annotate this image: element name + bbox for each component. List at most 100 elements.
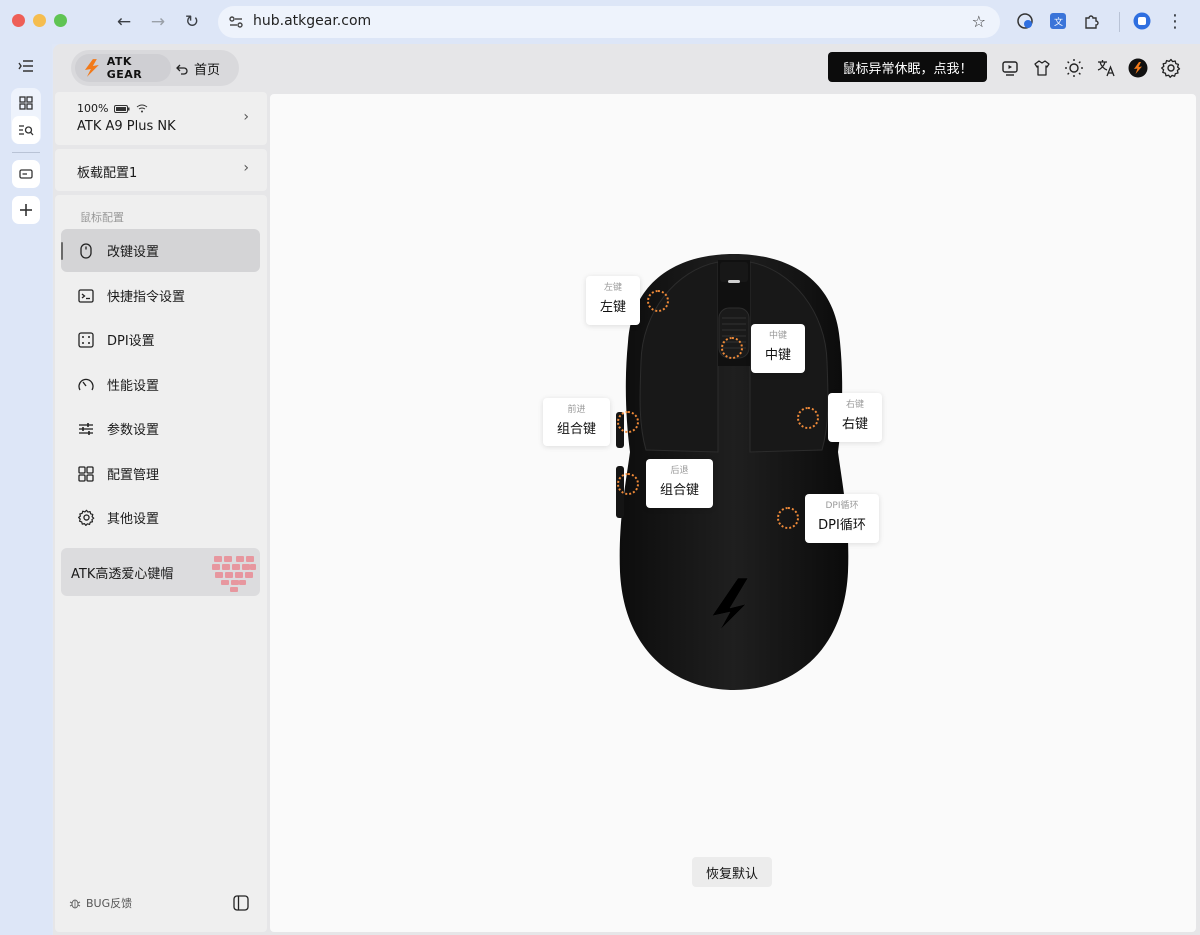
settings-menu: 鼠标配置 改键设置 快捷指令设置 DPI设置 性能设置 参数设置 配置管理 其他… [55,195,267,932]
menu-item-label: 改键设置 [107,245,160,260]
svg-text:文: 文 [1054,16,1063,28]
atk-logo-icon [84,59,99,77]
brand-logo[interactable]: ATK GEAR [75,54,171,82]
home-label: 首页 [194,63,221,78]
apps-grid-icon[interactable] [12,89,40,117]
menu-item-performance[interactable]: 性能设置 [61,363,260,406]
app-rail [0,44,52,935]
shirt-icon[interactable] [1031,57,1053,79]
menu-item-label: 其他设置 [107,512,160,527]
callout-label: 组合键 [556,422,596,437]
top-bar: ATK GEAR 首页 鼠标异常休眠，点我！ [53,44,1200,92]
callout-label: 左键 [599,300,626,315]
sidebar-toggle-icon[interactable] [233,895,249,915]
promo-banner[interactable]: ATK高透爱心键帽 [61,548,260,596]
active-indicator [61,242,63,260]
grid-icon [77,465,95,483]
mouse-icon [77,242,95,260]
browser-menu-icon[interactable]: ⋮ [1163,10,1187,34]
home-link[interactable]: 首页 [176,59,220,78]
callout-sub-label: 右键 [845,400,864,410]
hotspot-forward-button[interactable] [617,411,639,433]
callout-sub-label: DPI循环 [825,501,859,511]
profile-avatar-icon[interactable] [1133,12,1151,30]
hotspot-left-button[interactable] [647,290,669,312]
callout-label: DPI循环 [818,518,866,533]
device-card-icon[interactable] [12,160,40,188]
menu-item-other-settings[interactable]: 其他设置 [61,496,260,539]
close-window-button[interactable] [12,14,25,27]
menu-item-parameters[interactable]: 参数设置 [61,407,260,450]
add-icon[interactable] [12,196,40,224]
restore-default-button[interactable]: 恢复默认 [692,857,772,887]
callout-middle-button[interactable]: 中键 中键 [751,324,805,373]
callout-sub-label: 左键 [603,283,622,293]
back-icon[interactable]: ← [112,10,136,34]
callout-label: 右键 [841,417,868,432]
menu-item-label: 参数设置 [107,423,160,438]
callout-sub-label: 前进 [567,405,586,415]
chevron-right-icon: › [243,109,249,125]
brightness-icon[interactable] [1063,57,1085,79]
bookmark-star-icon[interactable]: ☆ [972,12,986,31]
settings-gear-icon[interactable] [1160,57,1182,79]
brand-name: ATK GEAR [106,55,143,81]
battery-percentage: 100% [77,102,109,115]
extension-icon[interactable] [1016,12,1034,30]
profile-label: 板载配置1 [77,166,138,181]
bug-feedback-link[interactable]: BUG反馈 [69,895,132,911]
maximize-window-button[interactable] [54,14,67,27]
rail-divider [12,152,40,153]
callout-label: 组合键 [659,483,699,498]
hotspot-back-button[interactable] [617,473,639,495]
video-tutorial-icon[interactable] [999,57,1021,79]
heart-keycap-image [212,556,256,592]
callout-dpi-button[interactable]: DPI循环 DPI循环 [805,494,879,543]
site-info-icon[interactable] [228,14,244,30]
menu-item-shortcuts[interactable]: 快捷指令设置 [61,274,260,317]
toolbar-divider [1119,12,1120,32]
sleep-fix-button[interactable]: 鼠标异常休眠，点我！ [828,52,987,82]
app-window: ATK GEAR 首页 鼠标异常休眠，点我！ 100% ATK A9 Plus … [53,44,1200,935]
bug-icon [69,899,81,909]
brand-pill: ATK GEAR 首页 [71,50,239,86]
gear-icon [77,509,95,527]
callout-right-button[interactable]: 右键 右键 [828,393,882,442]
sidebar: 100% ATK A9 Plus NK › 板载配置1 › 鼠标配置 改键设置 … [53,92,268,935]
minimize-window-button[interactable] [33,14,46,27]
menu-item-label: DPI设置 [107,334,155,349]
language-icon[interactable] [1095,57,1117,79]
hotspot-dpi-button[interactable] [777,507,799,529]
main-panel: 左键 左键 中键 中键 前进 组合键 右键 右键 后退 组合键 DPI循环 DP… [270,94,1196,932]
translate-extension-icon[interactable]: 文 [1049,12,1067,30]
forward-icon[interactable]: → [146,10,170,34]
callout-sub-label: 后退 [670,466,689,476]
list-search-icon[interactable] [12,116,40,144]
callout-sub-label: 中键 [768,331,787,341]
undo-icon [176,64,188,75]
menu-item-label: 快捷指令设置 [107,290,186,305]
menu-item-key-remap[interactable]: 改键设置 [61,229,260,272]
hotspot-middle-button[interactable] [721,337,743,359]
menu-item-profile-management[interactable]: 配置管理 [61,452,260,495]
hotspot-right-button[interactable] [797,407,819,429]
url-text[interactable]: hub.atkgear.com [253,13,371,29]
chevron-right-icon: › [243,160,249,176]
promo-text: ATK高透爱心键帽 [71,567,174,582]
collapse-menu-icon[interactable] [12,52,40,80]
dpi-icon [77,331,95,349]
address-bar[interactable]: hub.atkgear.com ☆ [218,6,1000,38]
wireless-icon [137,104,148,113]
callout-left-button[interactable]: 左键 左键 [586,276,640,325]
callout-back-button[interactable]: 后退 组合键 [646,459,713,508]
onboard-profile-selector[interactable]: 板载配置1 › [55,149,267,191]
atk-account-icon[interactable] [1127,57,1149,79]
callout-forward-button[interactable]: 前进 组合键 [543,398,610,446]
menu-item-label: 性能设置 [107,379,160,394]
puzzle-extensions-icon[interactable] [1083,12,1101,30]
menu-item-dpi[interactable]: DPI设置 [61,318,260,361]
section-label: 鼠标配置 [80,211,124,224]
browser-chrome: ← → ↻ hub.atkgear.com ☆ 文 ⋮ [0,0,1200,44]
reload-icon[interactable]: ↻ [180,10,204,34]
device-selector[interactable]: 100% ATK A9 Plus NK › [55,92,267,145]
